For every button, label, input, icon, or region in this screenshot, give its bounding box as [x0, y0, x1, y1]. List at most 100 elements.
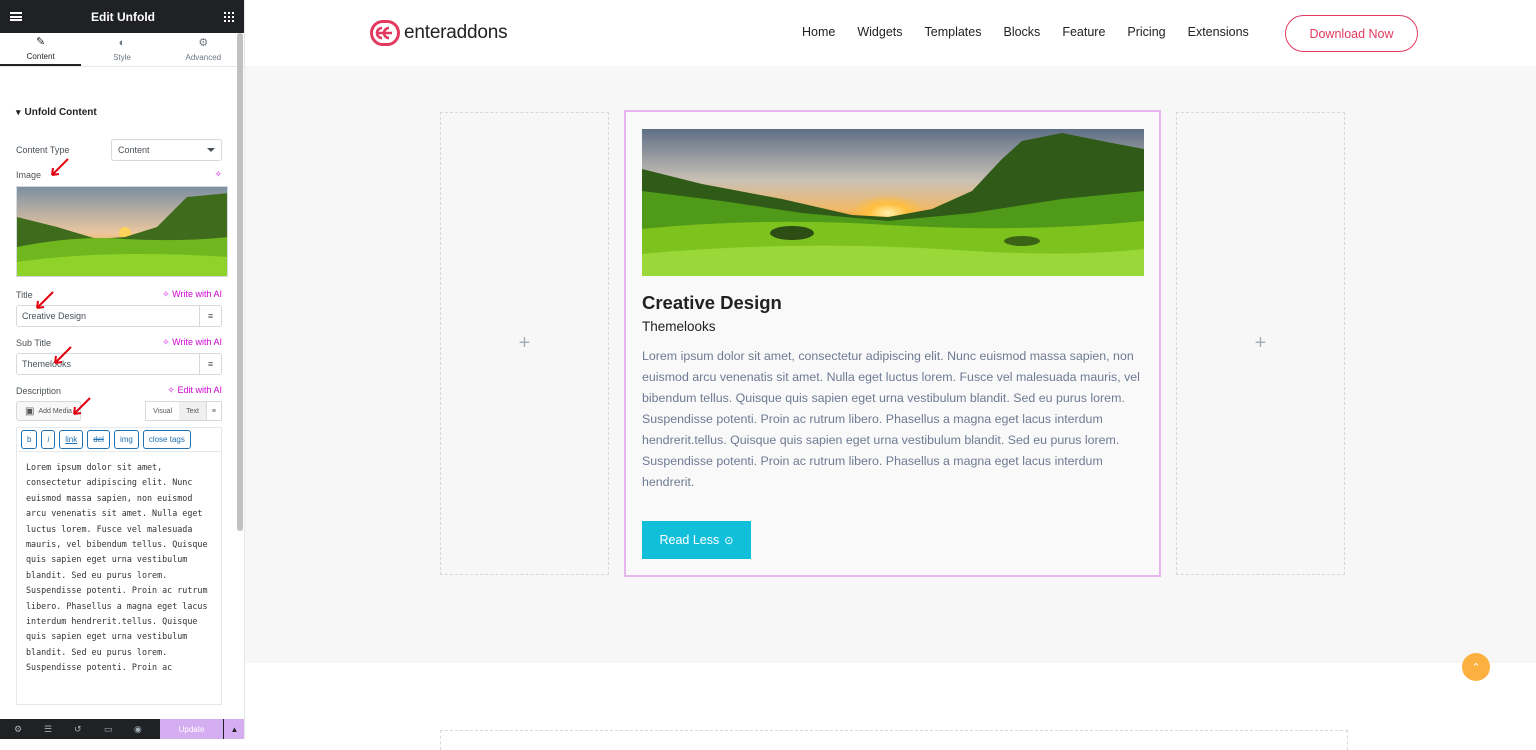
quicktag-i[interactable]: i: [41, 430, 56, 449]
add-element-plus-icon[interactable]: +: [519, 332, 531, 355]
write-ai-subtitle-button[interactable]: ✧ Write with AI: [162, 337, 222, 348]
page-preview: enteraddons Home Widgets Templates Block…: [245, 0, 1536, 750]
quicktags-toolbar: b i link del img close tags: [16, 427, 222, 451]
menu-item-feature[interactable]: Feature: [1062, 25, 1105, 39]
logo-text: enteraddons: [404, 22, 508, 43]
empty-column-right[interactable]: +: [1176, 112, 1345, 575]
responsive-icon[interactable]: ▭: [104, 724, 120, 734]
pencil-icon: ✎: [36, 35, 46, 48]
subtitle-input-value: Themelooks: [22, 359, 72, 369]
card-subtitle: Themelooks: [642, 319, 716, 334]
subtitle-label: Sub Title: [16, 337, 52, 348]
quicktag-link[interactable]: link: [59, 430, 84, 449]
quicktag-del[interactable]: del: [87, 430, 110, 449]
panel-footer: ⚙ ☰ ↺ ▭ ◉ Update ▲: [0, 719, 244, 739]
card-image: [642, 129, 1144, 276]
unfold-card[interactable]: Creative Design Themelooks Lorem ipsum d…: [624, 110, 1161, 577]
empty-column-left[interactable]: +: [440, 112, 609, 575]
site-logo[interactable]: enteraddons: [370, 20, 508, 46]
section-toggle-unfold-content[interactable]: Unfold Content: [16, 107, 222, 118]
tab-content[interactable]: ✎ Content: [0, 33, 82, 66]
add-media-label: Add Media: [38, 407, 72, 415]
tab-style[interactable]: ◐ Style: [81, 33, 162, 66]
panel-header: Edit Unfold: [0, 0, 244, 33]
edit-ai-description-button[interactable]: ✧ Edit with AI: [167, 385, 222, 396]
tab-advanced-label: Advanced: [185, 52, 222, 62]
ai-sparkle-icon[interactable]: ✧: [214, 169, 222, 180]
card-description: Lorem ipsum dolor sit amet, consectetur …: [642, 349, 1140, 489]
description-row: Description ✧ Edit with AI: [16, 385, 222, 396]
menu-item-home[interactable]: Home: [802, 25, 835, 39]
content-type-select[interactable]: Content: [111, 139, 222, 161]
editor-mode-tabs: Visual Text ≡: [145, 401, 222, 421]
chevron-up-icon: ⌃: [1471, 661, 1481, 674]
annotation-arrow-icon: [73, 397, 91, 415]
title-label: Title: [16, 289, 33, 300]
next-section: [245, 663, 1536, 750]
empty-section-placeholder[interactable]: [440, 730, 1348, 750]
preview-eye-icon[interactable]: ◉: [134, 724, 150, 734]
write-ai-subtitle-label: Write with AI: [172, 337, 222, 347]
description-textarea[interactable]: Lorem ipsum dolor sit amet, consectetur …: [16, 451, 222, 705]
content-type-value: Content: [118, 145, 150, 155]
scroll-to-top-button[interactable]: ⌃: [1462, 653, 1490, 681]
add-element-plus-icon[interactable]: +: [1255, 332, 1267, 355]
enteraddons-logo-icon: [370, 20, 400, 46]
editor-panel: Edit Unfold ✎ Content ◐ Style ⚙ Advanced…: [0, 0, 245, 739]
annotation-arrow-icon: [51, 158, 69, 176]
menu-item-templates[interactable]: Templates: [925, 25, 982, 39]
tab-content-label: Content: [26, 51, 55, 61]
dynamic-tags-icon[interactable]: ≡: [199, 354, 221, 374]
write-ai-title-label: Write with AI: [172, 289, 222, 299]
edit-ai-description-label: Edit with AI: [177, 385, 222, 395]
panel-title: Edit Unfold: [91, 9, 155, 24]
site-header: enteraddons Home Widgets Templates Block…: [245, 0, 1536, 66]
tab-advanced[interactable]: ⚙ Advanced: [163, 33, 244, 66]
panel-scrollbar[interactable]: [237, 33, 243, 531]
menu-item-pricing[interactable]: Pricing: [1127, 25, 1165, 39]
gear-icon: ⚙: [198, 36, 209, 49]
image-picker[interactable]: [16, 186, 228, 277]
menu-icon[interactable]: [10, 12, 22, 21]
menu-item-blocks[interactable]: Blocks: [1003, 25, 1040, 39]
content-type-label: Content Type: [16, 145, 70, 155]
half-circle-icon: ◐: [118, 36, 126, 49]
history-icon[interactable]: ↺: [74, 724, 90, 734]
panel-tabs: ✎ Content ◐ Style ⚙ Advanced: [0, 33, 244, 67]
tab-visual[interactable]: Visual: [146, 402, 179, 420]
image-row: Image ✧: [16, 169, 222, 180]
quicktag-close-tags[interactable]: close tags: [142, 430, 191, 449]
tab-style-label: Style: [113, 52, 131, 62]
content-type-row: Content Type Content: [16, 139, 222, 161]
write-ai-title-button[interactable]: ✧ Write with AI: [162, 289, 222, 300]
dynamic-tags-icon[interactable]: ≡: [205, 402, 221, 420]
dynamic-tags-icon[interactable]: ≡: [199, 306, 221, 326]
panel-body: Unfold Content Content Type Content Imag…: [0, 68, 238, 719]
layers-icon[interactable]: ☰: [44, 724, 60, 734]
quicktag-b[interactable]: b: [21, 430, 38, 449]
chevron-down-icon: [207, 148, 215, 152]
chevron-up-icon[interactable]: ▲: [224, 719, 244, 739]
read-less-button[interactable]: Read Less ⊙: [642, 521, 751, 559]
menu-item-extensions[interactable]: Extensions: [1188, 25, 1249, 39]
main-menu: Home Widgets Templates Blocks Feature Pr…: [802, 25, 1249, 39]
subtitle-row: Sub Title ✧ Write with AI: [16, 337, 222, 348]
update-button[interactable]: Update: [160, 719, 223, 739]
widgets-grid-icon[interactable]: [223, 11, 234, 22]
download-now-button[interactable]: Download Now: [1285, 15, 1418, 52]
media-icon: ▣: [25, 405, 35, 417]
card-title: Creative Design: [642, 292, 782, 313]
landscape-image: [642, 129, 1144, 276]
quicktag-img[interactable]: img: [113, 430, 139, 449]
description-label: Description: [16, 385, 62, 396]
read-less-label: Read Less: [659, 533, 720, 547]
landscape-thumbnail: [17, 187, 227, 276]
subtitle-input[interactable]: Themelooks ≡: [16, 353, 222, 375]
menu-item-widgets[interactable]: Widgets: [857, 25, 902, 39]
editor-toolbar: ▣ Add Media Visual Text ≡: [16, 401, 222, 421]
annotation-arrow-icon: [36, 291, 54, 309]
tab-text[interactable]: Text: [179, 402, 206, 420]
annotation-arrow-icon: [54, 346, 72, 364]
image-label: Image: [16, 169, 42, 180]
settings-icon[interactable]: ⚙: [14, 724, 30, 734]
